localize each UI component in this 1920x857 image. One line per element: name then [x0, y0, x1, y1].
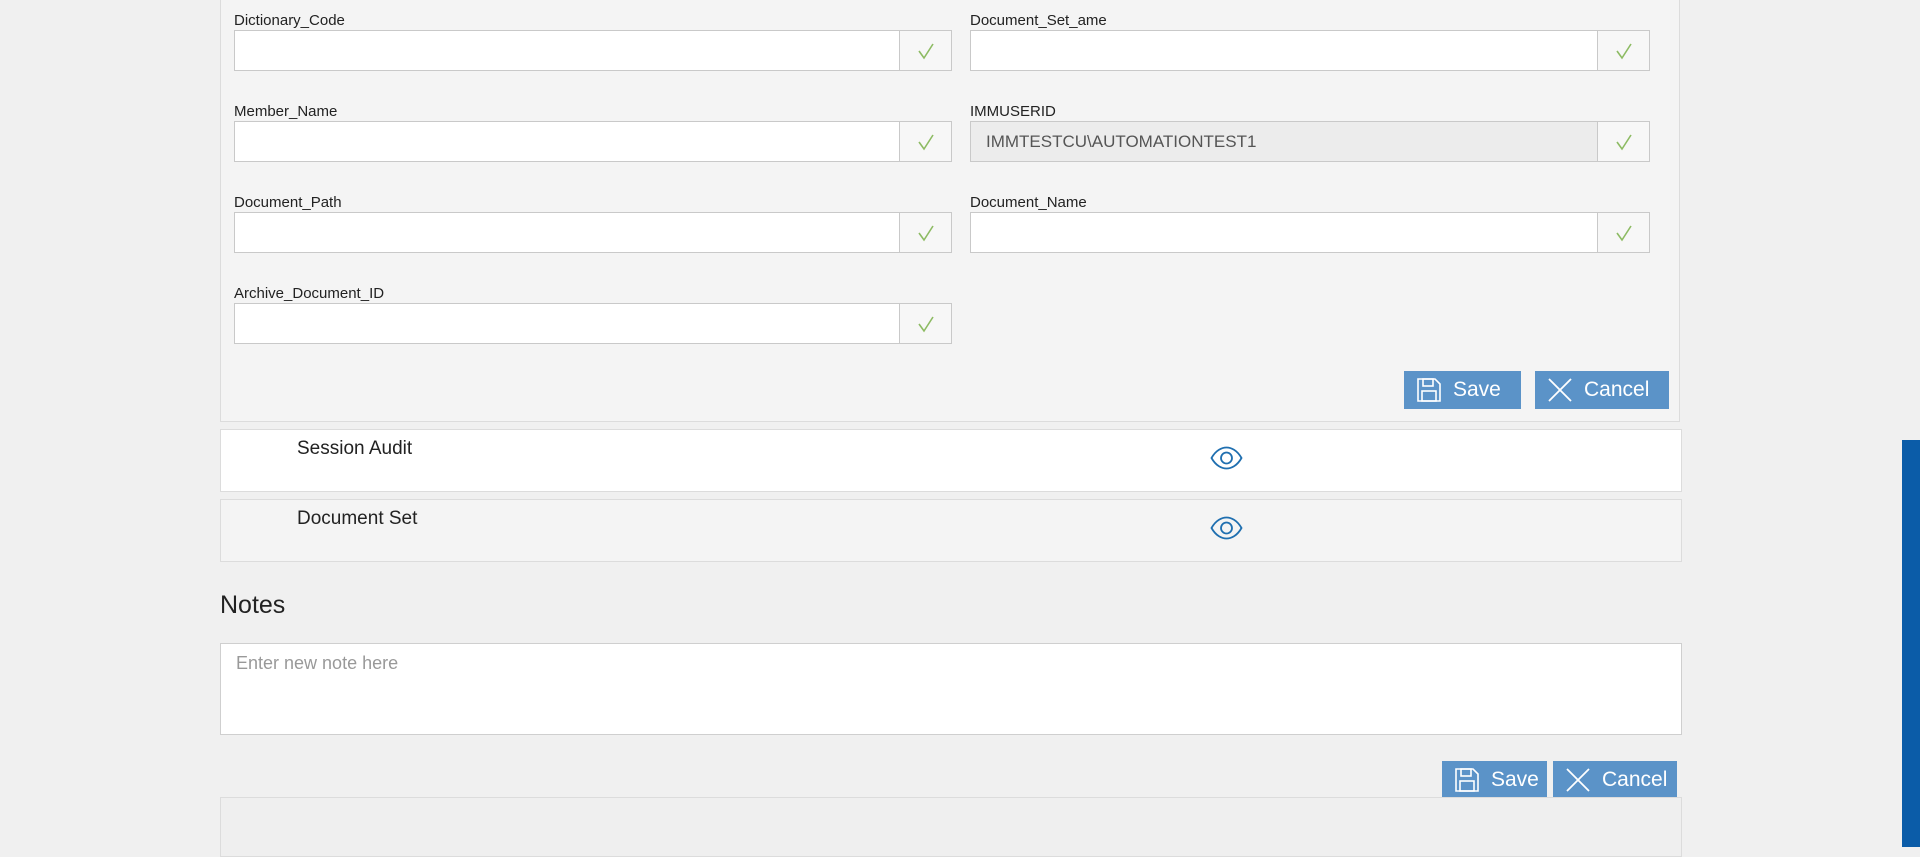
- check-button[interactable]: [1597, 122, 1649, 161]
- field-document-set-ame: Document_Set_ame: [970, 11, 1650, 72]
- immuserid-input[interactable]: IMMTESTCU\AUTOMATIONTEST1: [970, 121, 1650, 162]
- field-document-name: Document_Name: [970, 193, 1650, 254]
- check-icon: [917, 134, 934, 150]
- document-name-input[interactable]: [970, 212, 1650, 253]
- section-title: Session Audit: [297, 438, 413, 459]
- cancel-label: Cancel: [1602, 768, 1668, 791]
- record-edit-form: Dictionary_Code Document_Set_ame Member_…: [220, 0, 1680, 422]
- field-label: Archive_Document_ID: [234, 285, 385, 302]
- check-button[interactable]: [899, 213, 951, 252]
- field-value: IMMTESTCU\AUTOMATIONTEST1: [986, 132, 1257, 151]
- save-label: Save: [1491, 768, 1539, 791]
- field-label: Dictionary_Code: [234, 12, 345, 29]
- check-button[interactable]: [899, 304, 951, 343]
- check-icon: [1615, 134, 1632, 150]
- notes-save-button[interactable]: Save: [1442, 761, 1547, 799]
- check-button[interactable]: [1597, 213, 1649, 252]
- field-dictionary-code: Dictionary_Code: [234, 11, 952, 72]
- field-label: Document_Path: [234, 194, 342, 211]
- archive-document-id-input[interactable]: [234, 303, 952, 344]
- field-label: Member_Name: [234, 103, 338, 120]
- eye-icon[interactable]: [1210, 446, 1243, 470]
- close-icon: [1548, 378, 1572, 402]
- cancel-button[interactable]: Cancel: [1535, 371, 1669, 409]
- check-button[interactable]: [899, 122, 951, 161]
- eye-icon[interactable]: [1210, 516, 1243, 540]
- field-archive-document-id: Archive_Document_ID: [234, 284, 952, 345]
- member-name-input[interactable]: [234, 121, 952, 162]
- document-set-ame-input[interactable]: [970, 30, 1650, 71]
- check-icon: [917, 43, 934, 59]
- field-document-path: Document_Path: [234, 193, 952, 254]
- field-label: Document_Name: [970, 194, 1087, 211]
- section-title: Document Set: [297, 508, 418, 529]
- notes-cancel-button[interactable]: Cancel: [1553, 761, 1677, 799]
- scrollbar-thumb[interactable]: [1902, 440, 1920, 847]
- notes-list-panel: [220, 797, 1682, 857]
- check-icon: [1615, 43, 1632, 59]
- close-icon: [1566, 768, 1590, 792]
- note-input[interactable]: [220, 643, 1682, 735]
- field-label: Document_Set_ame: [970, 12, 1107, 29]
- field-immuserid: IMMUSERID IMMTESTCU\AUTOMATIONTEST1: [970, 102, 1650, 163]
- save-icon: [1417, 378, 1441, 402]
- dictionary-code-input[interactable]: [234, 30, 952, 71]
- section-session-audit[interactable]: Session Audit: [220, 429, 1682, 492]
- field-label: IMMUSERID: [970, 103, 1056, 120]
- check-button[interactable]: [1597, 31, 1649, 70]
- cancel-label: Cancel: [1584, 378, 1650, 401]
- document-path-input[interactable]: [234, 212, 952, 253]
- field-member-name: Member_Name: [234, 102, 952, 163]
- notes-heading: Notes: [220, 591, 286, 619]
- check-icon: [917, 225, 934, 241]
- save-button[interactable]: Save: [1404, 371, 1521, 409]
- check-icon: [917, 316, 934, 332]
- section-document-set[interactable]: Document Set: [220, 499, 1682, 562]
- check-icon: [1615, 225, 1632, 241]
- check-button[interactable]: [899, 31, 951, 70]
- save-label: Save: [1453, 378, 1501, 401]
- save-icon: [1455, 768, 1479, 792]
